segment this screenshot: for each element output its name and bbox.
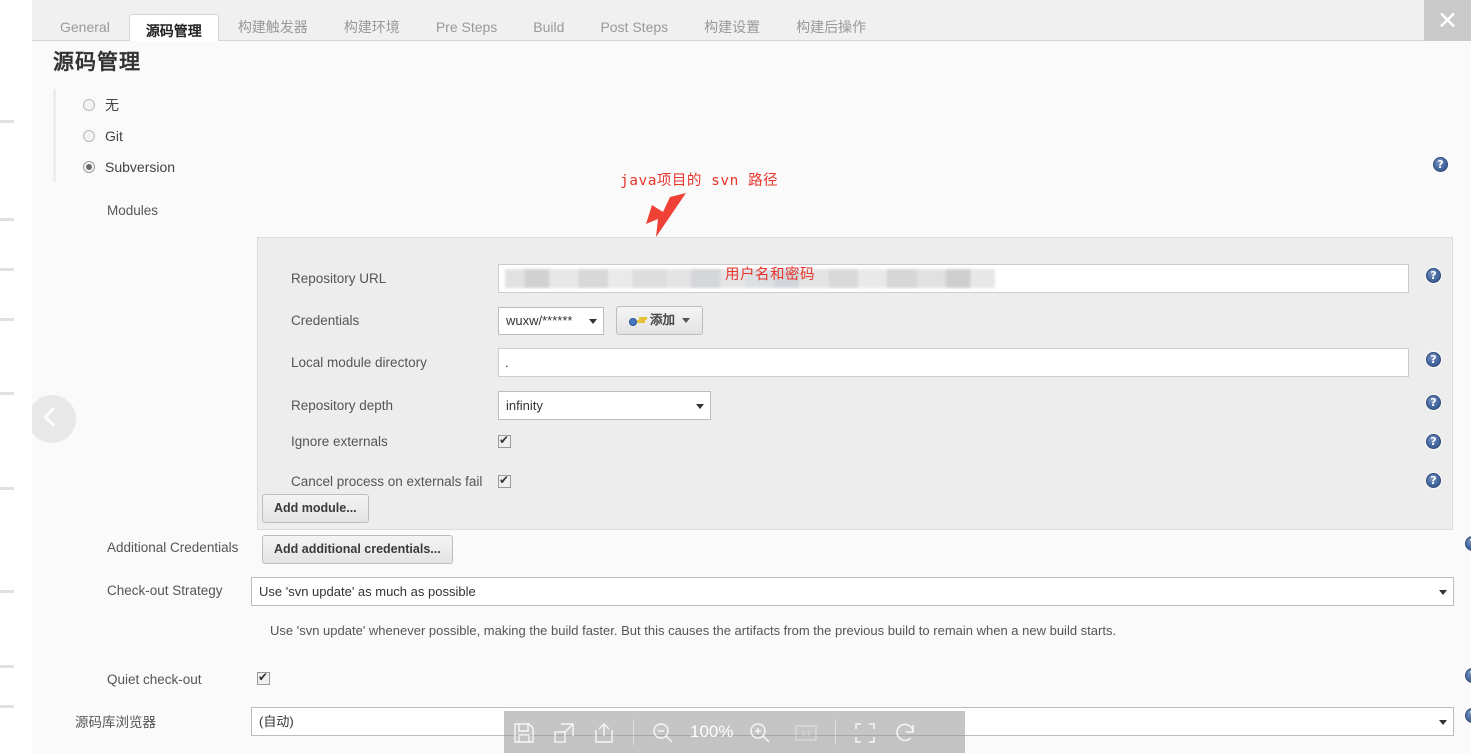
svg-text:1:1: 1:1 [802, 731, 812, 738]
zoom-out-icon[interactable] [643, 716, 683, 748]
actual-size-icon[interactable]: 1:1 [786, 716, 826, 748]
credentials-select[interactable]: wuxw/****** [498, 306, 604, 335]
credentials-label: Credentials [291, 313, 360, 328]
quiet-checkout-row: Quiet check-out [107, 670, 270, 687]
credentials-row: Credentials wuxw/****** 添加 [291, 306, 704, 335]
share-icon[interactable] [584, 716, 624, 748]
repository-browser-label: 源码库浏览器 [75, 715, 156, 730]
checkout-strategy-select[interactable]: Use 'svn update' as much as possible [251, 577, 1454, 606]
open-in-window-icon[interactable] [544, 716, 584, 748]
scm-option-none-label: 无 [105, 96, 119, 113]
zoom-in-icon[interactable] [740, 716, 780, 748]
add-additional-credentials-button[interactable]: Add additional credentials... [262, 535, 453, 564]
background-page-sliver [0, 0, 33, 753]
page-title: 源码管理 [53, 51, 141, 74]
additional-credentials-label: Additional Credentials [107, 540, 239, 555]
tab-build-env[interactable]: 构建环境 [327, 11, 417, 42]
help-icon-repository-url[interactable]: ? [1426, 268, 1441, 283]
ignore-externals-row: Ignore externals [291, 433, 511, 449]
scm-option-git[interactable]: Git [56, 120, 1456, 151]
rotate-icon[interactable] [885, 716, 925, 748]
scm-option-git-label: Git [105, 127, 123, 144]
annotation-arrow-svn-path [646, 193, 686, 237]
repository-url-input[interactable] [498, 264, 1409, 293]
cancel-process-checkbox[interactable] [498, 473, 511, 488]
tab-list: General 源码管理 构建触发器 构建环境 Pre Steps Build … [43, 0, 885, 48]
add-credentials-button[interactable]: 添加 [616, 306, 704, 335]
chevron-down-icon [589, 318, 597, 324]
repository-browser-selected-value: (自动) [259, 714, 294, 729]
close-icon[interactable]: ✕ [1424, 0, 1471, 41]
radio-none-icon[interactable] [83, 98, 95, 111]
config-body: 源码管理 无 Git Subversion ? Modules Reposito… [32, 41, 1471, 753]
repository-depth-row: Repository depth infinity [291, 391, 711, 420]
help-icon-subversion[interactable]: ? [1433, 157, 1448, 172]
add-module-button[interactable]: Add module... [262, 494, 369, 523]
tab-build[interactable]: Build [516, 11, 581, 42]
save-icon[interactable] [504, 716, 544, 748]
scm-option-subversion-label: Subversion [105, 158, 176, 175]
repository-depth-selected-value: infinity [506, 398, 543, 413]
chevron-left-icon [43, 407, 63, 427]
config-tab-bar: General 源码管理 构建触发器 构建环境 Pre Steps Build … [32, 0, 1471, 48]
chevron-down-icon [1439, 589, 1447, 595]
local-module-directory-label: Local module directory [291, 355, 427, 370]
checkout-strategy-label: Check-out Strategy [107, 583, 223, 598]
toolbar-divider [835, 719, 837, 745]
checkout-strategy-description: Use 'svn update' whenever possible, maki… [270, 623, 1117, 638]
help-icon-cancel-process[interactable]: ? [1426, 473, 1441, 488]
scm-option-none[interactable]: 无 [56, 89, 1456, 120]
quiet-checkout-label: Quiet check-out [107, 672, 202, 687]
modules-section-label-row: Modules [107, 203, 158, 218]
fit-screen-icon[interactable] [845, 716, 885, 748]
tab-general[interactable]: General [43, 11, 127, 42]
modules-label: Modules [107, 203, 159, 218]
annotation-credentials: 用户名和密码 [725, 267, 815, 283]
chevron-down-icon [682, 318, 691, 323]
annotation-svn-path: java项目的 svn 路径 [620, 173, 779, 189]
additional-credentials-row: Additional Credentials [107, 540, 257, 555]
repository-depth-select[interactable]: infinity [498, 391, 711, 420]
help-icon-ignore-externals[interactable]: ? [1426, 434, 1441, 449]
modules-panel: Repository URL ? Credentials wuxw/******… [257, 237, 1453, 530]
key-icon [629, 315, 645, 327]
repository-browser-row: 源码库浏览器 [75, 711, 257, 731]
chevron-down-icon [1439, 719, 1447, 725]
ignore-externals-checkbox[interactable] [498, 433, 511, 448]
help-icon-repository-depth[interactable]: ? [1426, 395, 1441, 410]
tab-post-build[interactable]: 构建后操作 [779, 11, 883, 42]
add-credentials-label: 添加 [650, 313, 676, 327]
repository-depth-label: Repository depth [291, 398, 394, 413]
radio-git-icon[interactable] [83, 129, 95, 142]
toolbar-divider [633, 719, 634, 745]
tab-build-triggers[interactable]: 构建触发器 [221, 11, 325, 42]
cancel-process-label: Cancel process on externals fail [291, 474, 483, 489]
help-icon-local-module-directory[interactable]: ? [1426, 352, 1441, 367]
quiet-checkout-checkbox[interactable] [257, 670, 270, 685]
tab-pre-steps[interactable]: Pre Steps [419, 11, 514, 42]
collapse-panel-button[interactable] [32, 395, 76, 443]
help-icon-quiet-checkout[interactable]: ? [1465, 668, 1471, 683]
image-viewer-toolbar: 100% 1:1 [504, 711, 965, 753]
help-icon-repository-browser[interactable]: ? [1465, 708, 1471, 723]
help-icon-additional-credentials[interactable]: ? [1465, 536, 1471, 551]
local-module-directory-input[interactable]: . [498, 348, 1409, 377]
repository-url-label: Repository URL [291, 271, 387, 286]
job-config-dialog: General 源码管理 构建触发器 构建环境 Pre Steps Build … [32, 0, 1471, 753]
ignore-externals-label: Ignore externals [291, 434, 388, 449]
checkout-strategy-row: Check-out Strategy [107, 583, 257, 598]
repository-url-row: Repository URL [291, 264, 1441, 293]
chevron-down-icon [696, 403, 704, 409]
zoom-level-label: 100% [690, 722, 734, 741]
tab-post-steps[interactable]: Post Steps [583, 11, 685, 42]
credentials-selected-value: wuxw/****** [506, 312, 573, 328]
tab-build-settings[interactable]: 构建设置 [687, 11, 777, 42]
radio-subversion-icon[interactable] [83, 160, 95, 173]
cancel-process-row: Cancel process on externals fail [291, 473, 511, 489]
checkout-strategy-selected-value: Use 'svn update' as much as possible [259, 584, 476, 599]
local-module-directory-row: Local module directory . [291, 348, 1441, 377]
